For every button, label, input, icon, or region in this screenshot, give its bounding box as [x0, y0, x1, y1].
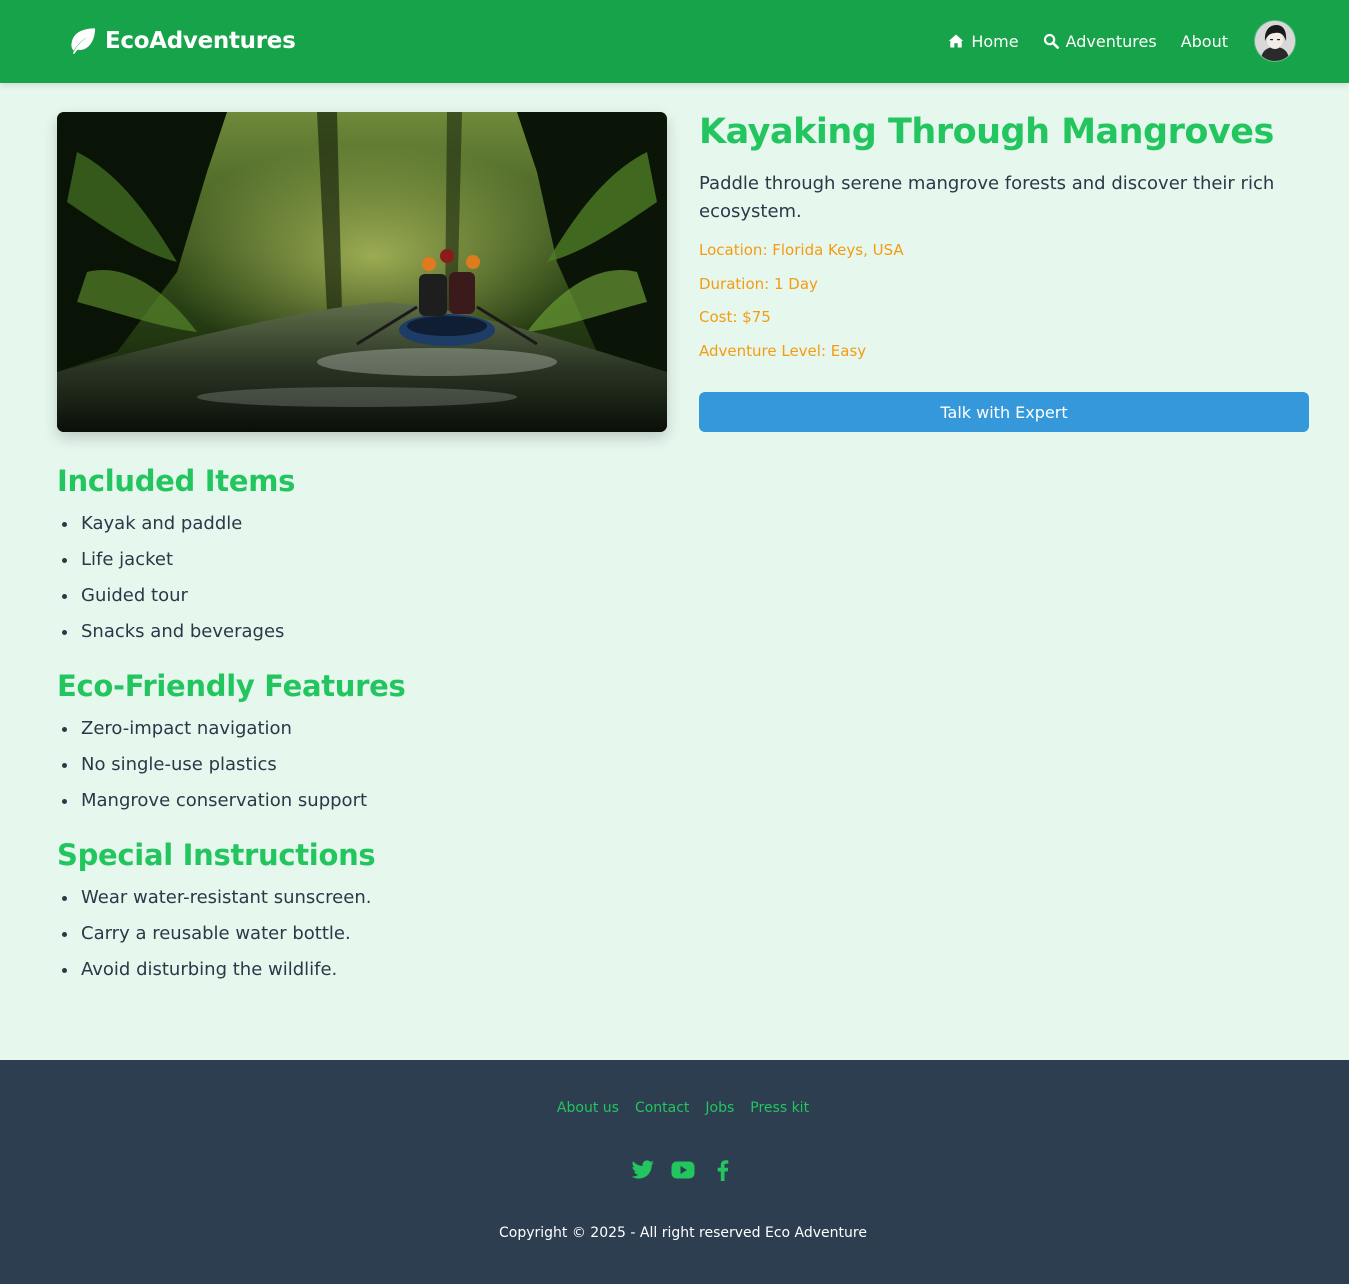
twitter-icon: [631, 1160, 654, 1179]
section-title: Eco-Friendly Features: [57, 669, 406, 703]
list-item: Guided tour: [57, 584, 757, 608]
included-items-list: Kayak and paddle Life jacket Guided tour…: [57, 512, 757, 644]
included-items-section: Included Items Kayak and paddle Life jac…: [57, 462, 757, 644]
leaf-icon: [71, 28, 96, 54]
footer-link-press-kit[interactable]: Press kit: [750, 1100, 809, 1116]
user-avatar[interactable]: [1255, 21, 1295, 61]
list-item: Kayak and paddle: [57, 512, 757, 536]
facebook-link[interactable]: [711, 1158, 735, 1182]
youtube-icon: [671, 1161, 695, 1179]
nav-about[interactable]: About: [1181, 32, 1228, 51]
adventure-details: Kayaking Through Mangroves Paddle throug…: [699, 110, 1309, 432]
special-instructions-list: Wear water-resistant sunscreen. Carry a …: [57, 886, 757, 982]
adventure-hero-image: [57, 112, 667, 432]
adventure-cost: Cost: $75: [699, 308, 771, 326]
list-item: Mangrove conservation support: [57, 789, 757, 813]
footer-link-contact[interactable]: Contact: [635, 1100, 689, 1116]
eco-features-list: Zero-impact navigation No single-use pla…: [57, 717, 757, 813]
home-icon: [949, 34, 964, 48]
list-item: Wear water-resistant sunscreen.: [57, 886, 757, 910]
nav-about-label: About: [1180, 31, 1228, 51]
twitter-link[interactable]: [631, 1158, 655, 1182]
avatar-image: [1255, 21, 1295, 61]
footer-link-jobs[interactable]: Jobs: [705, 1100, 734, 1116]
youtube-link[interactable]: [671, 1158, 695, 1182]
brand-logo-link[interactable]: EcoAdventures: [66, 26, 296, 56]
list-item: Zero-impact navigation: [57, 717, 757, 741]
adventure-level: Adventure Level: Easy: [699, 341, 867, 360]
footer: About us Contact Jobs Press kit Copyrigh…: [0, 1060, 1349, 1284]
search-icon: [1043, 33, 1059, 49]
list-item: No single-use plastics: [57, 753, 757, 777]
adventure-location: Location: Florida Keys, USA: [699, 241, 904, 259]
nav-adventures-label: Adventures: [1065, 31, 1157, 51]
adventure-duration: Duration: 1 Day: [699, 274, 818, 293]
special-instructions-section: Special Instructions Wear water-resistan…: [57, 836, 757, 982]
footer-links: About us Contact Jobs Press kit: [0, 1100, 1349, 1116]
facebook-icon: [717, 1160, 729, 1181]
brand-name: EcoAdventures: [105, 28, 296, 54]
list-item: Life jacket: [57, 548, 757, 572]
adventure-description: Paddle through serene mangrove forests a…: [699, 173, 1275, 222]
adventure-info-sections: Included Items Kayak and paddle Life jac…: [57, 462, 757, 1005]
nav-home[interactable]: Home: [948, 31, 1019, 51]
list-item: Avoid disturbing the wildlife.: [57, 958, 757, 982]
social-links: [0, 1158, 1349, 1182]
copyright-text: Copyright © 2025 - All right reserved Ec…: [499, 1225, 867, 1241]
main-nav: Home Adventures About: [924, 18, 1295, 64]
navbar: EcoAdventures Home Adventures About: [0, 0, 1349, 83]
section-title: Special Instructions: [57, 838, 376, 872]
section-title: Included Items: [57, 464, 296, 498]
adventure-title: Kayaking Through Mangroves: [699, 112, 1274, 152]
nav-home-label: Home: [971, 31, 1019, 51]
list-item: Carry a reusable water bottle.: [57, 922, 757, 946]
adventure-meta: Location: Florida Keys, USA Duration: 1 …: [699, 240, 1309, 361]
nav-adventures[interactable]: Adventures: [1043, 32, 1157, 51]
talk-with-expert-button[interactable]: Talk with Expert: [699, 392, 1309, 432]
eco-features-section: Eco-Friendly Features Zero-impact naviga…: [57, 667, 757, 813]
footer-link-about-us[interactable]: About us: [557, 1100, 619, 1116]
list-item: Snacks and beverages: [57, 620, 757, 644]
